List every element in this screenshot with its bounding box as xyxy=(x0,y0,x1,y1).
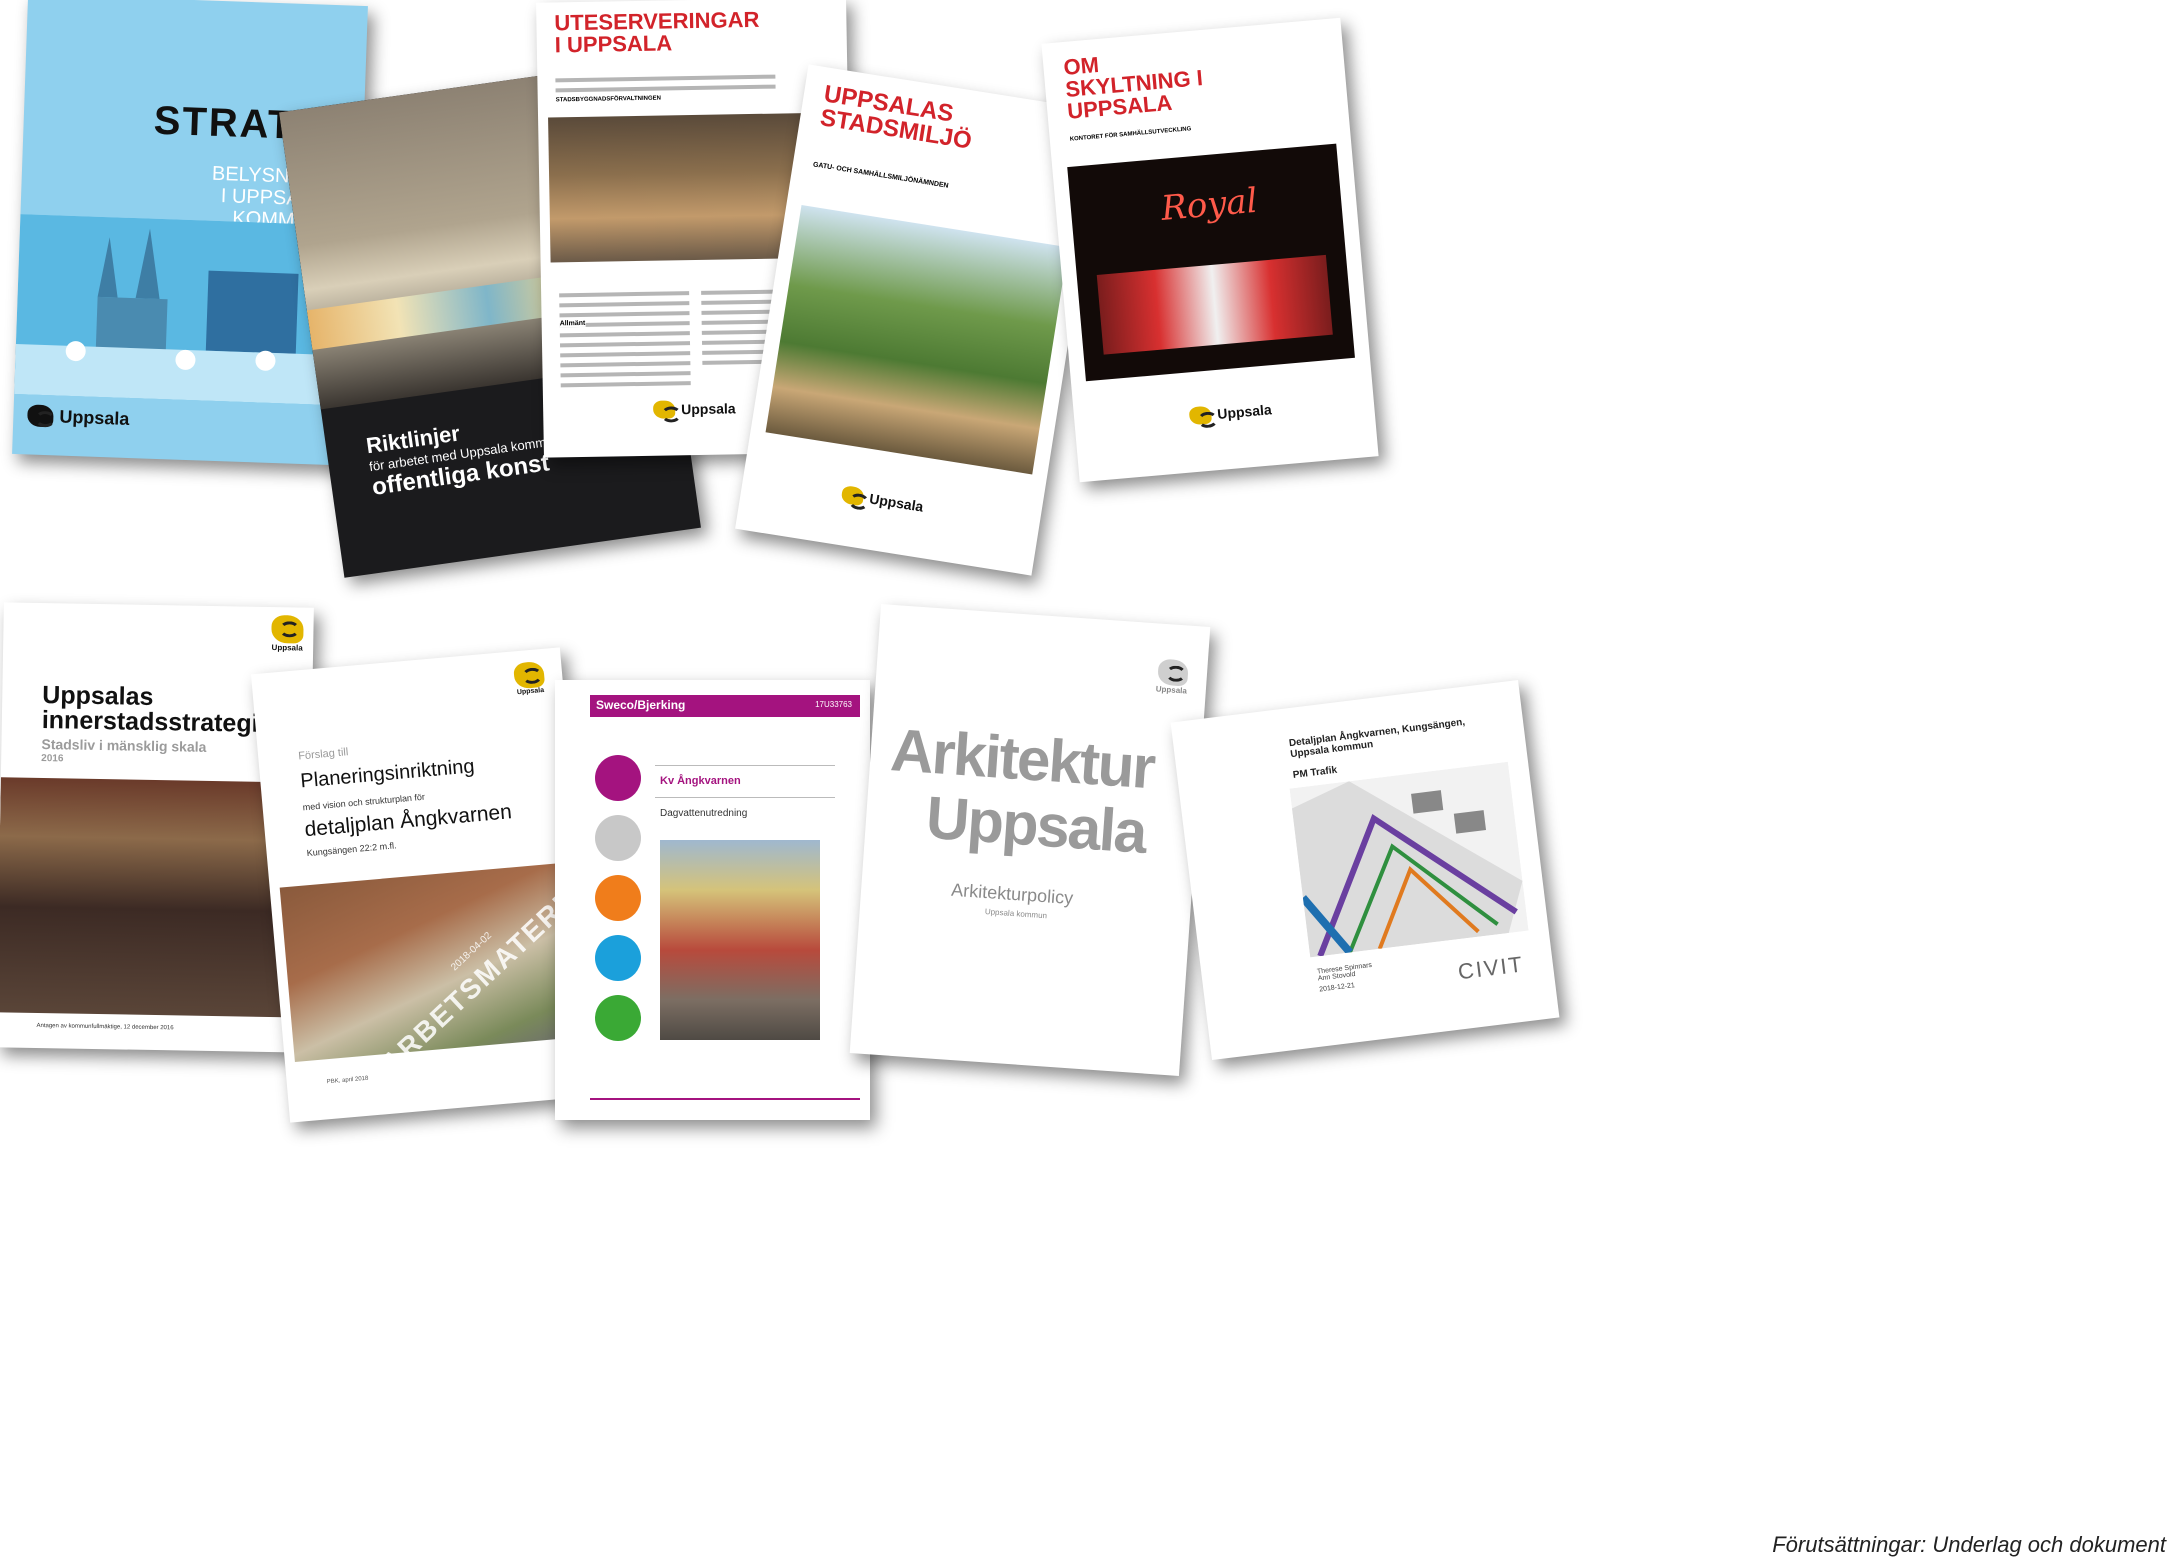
doc8-title: Kv Ångkvarnen xyxy=(660,775,741,787)
doc8-photo xyxy=(660,840,820,1040)
doc-skyltning: OM SKYLTNING I UPPSALA KONTORET FÖR SAMH… xyxy=(1041,17,1379,483)
doc3-intro-lines xyxy=(555,69,776,99)
doc6-subtitle: Stadsliv i mänsklig skala xyxy=(41,736,207,755)
doc3-body-left xyxy=(559,285,691,393)
uppsala-lion-icon xyxy=(840,485,865,507)
doc8-footer-rule xyxy=(590,1098,860,1100)
doc7-title: Planeringsinriktning xyxy=(299,755,476,793)
uppsala-lion-icon xyxy=(271,615,304,644)
uppsala-lion-icon xyxy=(1188,405,1213,426)
doc-pm-trafik: Detaljplan Ångkvarnen, Kungsängen, Uppsa… xyxy=(1170,679,1560,1061)
doc10-brand: CIVIT xyxy=(1456,951,1526,985)
doc4-title: UPPSALAS STADSMILJÖ xyxy=(818,80,974,155)
doc5-title: OM SKYLTNING I UPPSALA xyxy=(1062,52,1204,124)
uppsala-lion-icon xyxy=(1156,658,1189,687)
doc8-rule-1 xyxy=(655,765,835,766)
doc8-circle-1 xyxy=(595,755,641,801)
doc-planeringsinriktning: Uppsala Förslag till Planeringsinriktnin… xyxy=(250,647,600,1123)
doc5-photo: Royal xyxy=(1067,143,1355,382)
doc8-brand: Sweco/Bjerking xyxy=(596,698,686,712)
doc8-header-bar: Sweco/Bjerking 17U33763 xyxy=(590,695,860,717)
doc10-title: Detaljplan Ångkvarnen, Kungsängen, Uppsa… xyxy=(1288,716,1466,761)
slide-caption: Förutsättningar: Underlag och dokument xyxy=(1772,1532,2166,1557)
doc10-authors: Therese Spinnars Ann Stovold 2018-12-21 xyxy=(1317,962,1375,994)
doc7-footer: PBK, april 2018 xyxy=(326,1075,369,1086)
doc7-logo: Uppsala xyxy=(513,660,546,696)
doc6-footer: Antagen av kommunfullmäktige, 12 decembe… xyxy=(36,1022,174,1032)
doc3-title: UTESERVERINGAR I UPPSALA xyxy=(554,6,760,58)
doc8-circle-4 xyxy=(595,935,641,981)
doc8-code: 17U33763 xyxy=(815,700,852,709)
doc9-sub2: Uppsala kommun xyxy=(984,907,1048,921)
doc9-sub: Arkitekturpolicy xyxy=(950,879,1074,909)
uppsala-lion-icon xyxy=(27,404,54,428)
doc3-section: Allmänt xyxy=(559,319,586,328)
doc9-logo: Uppsala xyxy=(1156,658,1189,696)
doc6-logo: Uppsala xyxy=(271,615,304,653)
doc6-title: Uppsalas innerstadsstrategi xyxy=(41,681,259,738)
doc10-date: 2018-12-21 xyxy=(1318,982,1356,994)
doc10-traffic-map xyxy=(1289,761,1529,958)
uppsala-lion-icon xyxy=(513,660,546,690)
doc-dagvattenutredning: Sweco/Bjerking 17U33763 Kv Ångkvarnen Da… xyxy=(555,680,870,1120)
doc5-dept: KONTORET FÖR SAMHÄLLSUTVECKLING xyxy=(1069,126,1192,143)
doc1-logo: Uppsala xyxy=(27,404,130,430)
doc3-logo: Uppsala xyxy=(653,399,736,419)
doc8-subtitle: Dagvattenutredning xyxy=(660,808,748,819)
doc8-rule-2 xyxy=(655,797,835,798)
uppsala-lion-icon xyxy=(653,400,676,419)
doc4-dept: GATU- OCH SAMHÄLLSMILJÖNÄMNDEN xyxy=(812,161,949,190)
doc8-circle-5 xyxy=(595,995,641,1041)
doc8-circle-3 xyxy=(595,875,641,921)
doc7-kicker: Förslag till xyxy=(297,746,349,763)
doc-arkitektur-uppsala: Uppsala Arkitektur Uppsala Arkitekturpol… xyxy=(849,604,1211,1076)
doc7-place: Kungsängen 22:2 m.fl. xyxy=(306,840,397,859)
doc3-org: STADSBYGGNADSFÖRVALTNINGEN xyxy=(555,95,662,104)
doc5-neon-sign: Royal xyxy=(1159,180,1260,230)
doc4-logo: Uppsala xyxy=(840,485,925,516)
doc10-subtitle: PM Trafik xyxy=(1292,764,1338,782)
doc9-title2: Uppsala xyxy=(924,783,1148,866)
doc5-logo: Uppsala xyxy=(1188,400,1273,426)
doc4-photo xyxy=(765,205,1069,475)
doc8-circle-2 xyxy=(595,815,641,861)
doc6-year: 2016 xyxy=(41,753,64,765)
